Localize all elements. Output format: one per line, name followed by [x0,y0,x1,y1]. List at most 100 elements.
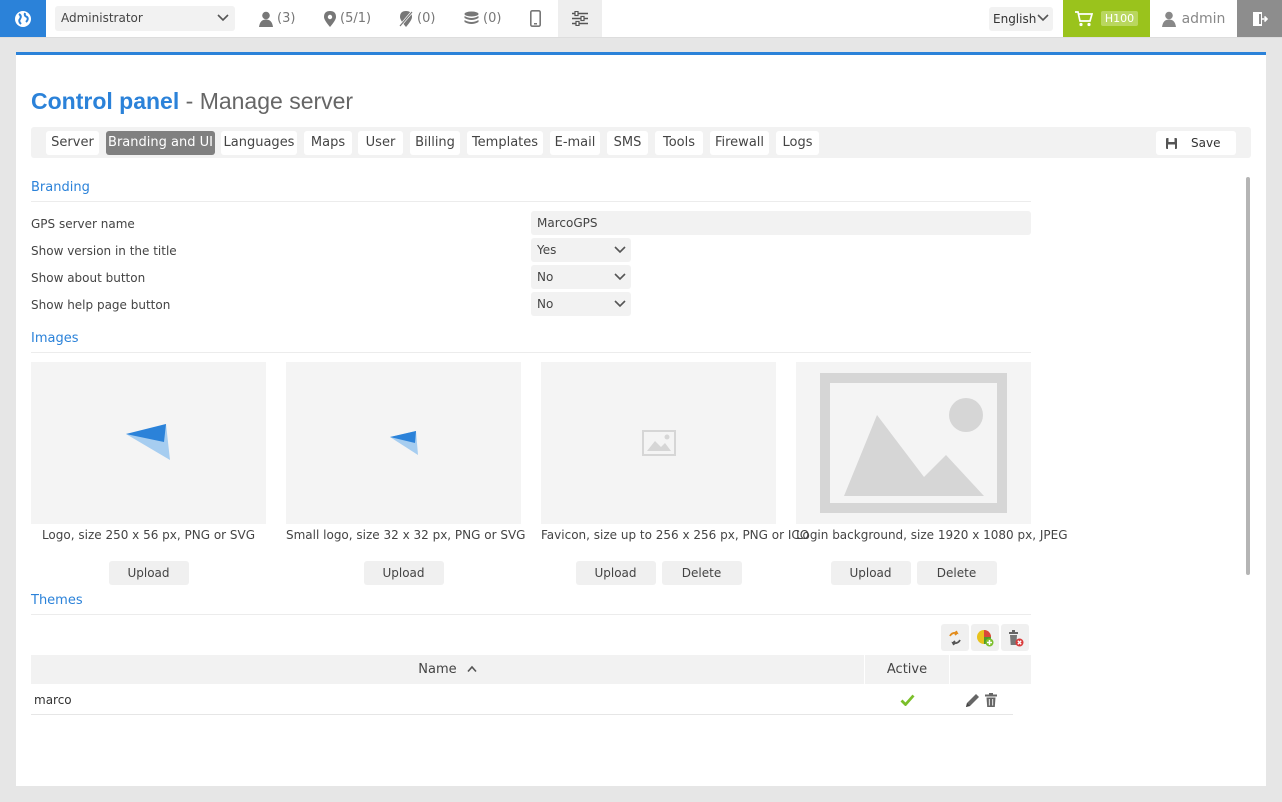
chevron-down-icon [614,273,626,281]
tab-bar: Server Branding and UI Languages Maps Us… [31,127,1251,158]
control-panel-window: Control panel - Manage server Server Bra… [16,52,1266,786]
table-row[interactable]: marco [31,686,1013,715]
tab-templates[interactable]: Templates [467,131,543,155]
user-menu[interactable]: admin [1150,0,1237,37]
unused-objects-counter[interactable]: (0) [399,0,435,37]
role-select-value: Administrator [61,11,143,25]
unused-count: (0) [417,11,436,26]
reload-themes-button[interactable] [941,624,969,651]
tab-tools[interactable]: Tools [655,131,703,155]
page-title-sub: Manage server [199,88,354,114]
login-background-delete-button[interactable]: Delete [916,561,997,585]
theme-name: marco [34,693,72,707]
refresh-icon [949,630,961,645]
logo-caption: Logo, size 250 x 56 px, PNG or SVG [41,528,256,542]
tab-firewall[interactable]: Firewall [710,131,769,155]
tab-maps[interactable]: Maps [304,131,352,155]
palette-add-icon [977,629,994,646]
login-background-preview [796,362,1031,524]
sort-ascending-icon [467,665,477,673]
map-pin-icon [324,10,336,27]
cart-icon [1074,10,1093,26]
logout-icon [1252,11,1268,26]
favicon-preview [541,362,776,524]
pin-off-icon [399,10,413,27]
show-version-label: Show version in the title [31,244,177,258]
chevron-down-icon [217,14,229,22]
top-bar: Administrator (3) (5/1) (0) (0) English … [0,0,1282,38]
login-background-card: Login background, size 1920 x 1080 px, J… [796,362,1068,585]
image-placeholder-icon [641,430,676,456]
control-panel-button[interactable] [558,0,602,37]
billing-counter[interactable]: (0) [464,0,501,37]
show-help-label: Show help page button [31,298,171,312]
tab-branding-and-ui[interactable]: Branding and UI [106,131,215,155]
logo-preview [31,362,266,524]
chevron-down-icon [1037,14,1049,22]
users-count: (3) [277,11,296,26]
favicon-caption: Favicon, size up to 256 x 256 px, PNG or… [541,528,810,542]
mobile-app-button[interactable] [530,0,541,37]
favicon-upload-button[interactable]: Upload [575,561,656,585]
page-title-main: Control panel [31,88,180,114]
logout-button[interactable] [1237,0,1282,37]
tab-logs[interactable]: Logs [776,131,819,155]
delete-themes-button[interactable] [1001,624,1029,651]
show-about-label: Show about button [31,271,146,285]
tab-languages[interactable]: Languages [221,131,297,155]
edit-theme-button[interactable] [965,693,980,709]
delete-theme-button[interactable] [985,693,997,709]
trash-icon [985,693,997,707]
globe-icon[interactable] [0,0,46,37]
show-help-select[interactable]: No [531,292,631,316]
logo-arrow-icon [125,424,170,460]
objects-counter[interactable]: (5/1) [324,0,371,37]
logo-card: Logo, size 250 x 56 px, PNG or SVG Uploa… [31,362,266,585]
username: admin [1181,10,1226,27]
user-icon [1161,11,1176,27]
tab-server[interactable]: Server [46,131,99,155]
gps-server-name-label: GPS server name [31,217,135,231]
branding-section-title: Branding [31,180,1031,202]
small-logo-card: Small logo, size 32 x 32 px, PNG or SVG … [286,362,526,585]
small-logo-preview [286,362,521,524]
small-logo-upload-button[interactable]: Upload [363,561,444,585]
name-column-label: Name [418,662,457,677]
users-counter[interactable]: (3) [259,0,295,37]
show-help-value: No [537,297,554,311]
billing-plan-button[interactable]: H100 [1063,0,1150,37]
column-divider [949,655,950,684]
coins-icon [464,11,479,24]
image-placeholder-icon [820,373,1007,513]
name-column-header[interactable]: Name [31,655,864,684]
add-theme-button[interactable] [971,624,999,651]
active-column-header[interactable]: Active [865,655,949,684]
login-background-upload-button[interactable]: Upload [830,561,911,585]
tab-email[interactable]: E-mail [550,131,600,155]
role-select[interactable]: Administrator [55,6,235,31]
tab-billing[interactable]: Billing [410,131,460,155]
gps-server-name-input[interactable]: MarcoGPS [531,211,1031,235]
scrollbar[interactable] [1246,177,1250,575]
check-icon [900,694,915,708]
favicon-card: Favicon, size up to 256 x 256 px, PNG or… [541,362,810,585]
logo-upload-button[interactable]: Upload [108,561,189,585]
show-version-select[interactable]: Yes [531,238,631,262]
billing-count: (0) [483,11,502,26]
objects-count: (5/1) [340,11,372,26]
small-logo-caption: Small logo, size 32 x 32 px, PNG or SVG [286,528,526,542]
small-logo-arrow-icon [389,431,418,455]
language-value: English [993,12,1037,26]
save-button[interactable]: Save [1156,131,1236,155]
themes-table-header: Name Active [31,655,1031,684]
sliders-icon [572,11,588,26]
tab-sms[interactable]: SMS [607,131,648,155]
language-select[interactable]: English [989,7,1053,31]
user-icon [259,11,273,27]
themes-section-title: Themes [31,593,1031,615]
page-title: Control panel - Manage server [31,88,353,115]
show-about-select[interactable]: No [531,265,631,289]
favicon-delete-button[interactable]: Delete [661,561,742,585]
tab-user[interactable]: User [358,131,403,155]
chevron-down-icon [614,246,626,254]
